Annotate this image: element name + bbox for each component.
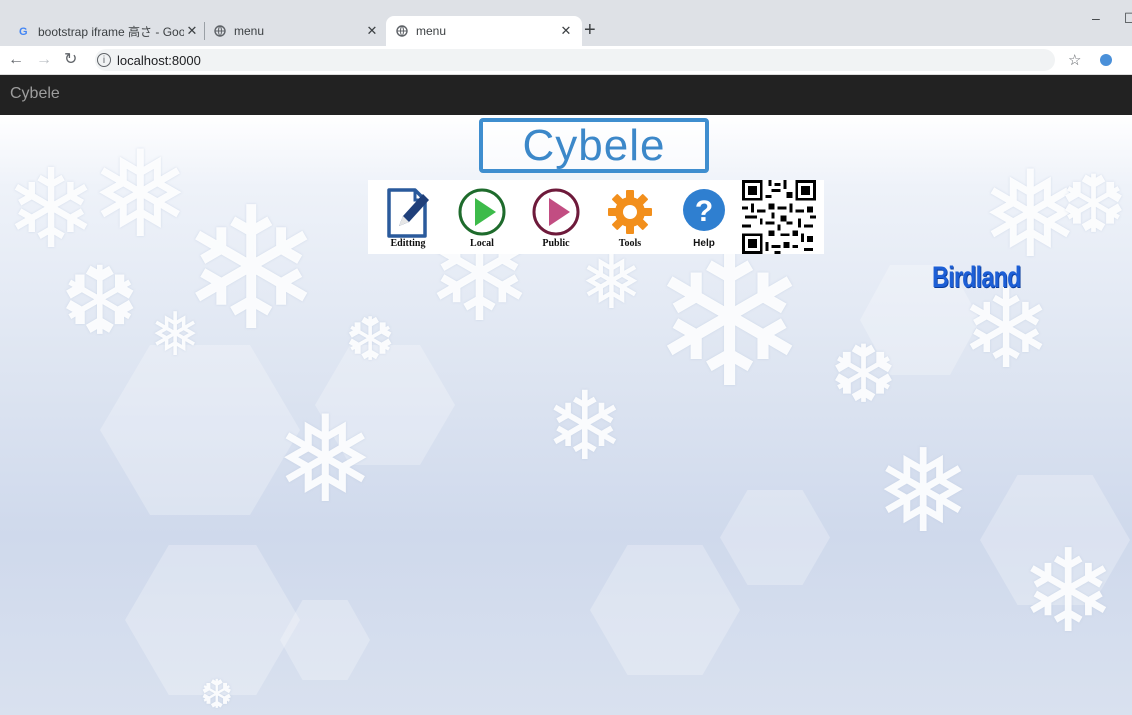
tab-title: menu [416, 24, 447, 38]
info-icon[interactable]: i [97, 53, 111, 67]
back-arrow-icon[interactable]: ← [8, 50, 24, 70]
snowflake-icon: ❄ [1020, 528, 1117, 656]
page-navbar: Cybele [0, 75, 1132, 115]
close-icon[interactable]: ✕ [184, 23, 200, 39]
new-tab-button[interactable]: + [584, 19, 596, 41]
play-green-icon [458, 188, 506, 236]
bookmark-star-icon[interactable]: ☆ [1068, 51, 1081, 69]
snowflake-icon: ❆ [345, 306, 396, 373]
navbar-brand[interactable]: Cybele [10, 85, 60, 103]
background-hexagon [100, 345, 300, 515]
close-icon[interactable]: ✕ [364, 23, 380, 39]
snowflake-icon: ❅ [580, 240, 643, 324]
minimize-icon[interactable]: – [1092, 10, 1100, 26]
birdland-link[interactable]: Birdland [932, 261, 1021, 295]
extension-icon[interactable] [1100, 54, 1112, 66]
menu-label: Tools [618, 238, 642, 249]
url-field[interactable]: i localhost:8000 [95, 49, 1055, 71]
gear-icon [608, 190, 652, 234]
maximize-icon[interactable]: ☐ [1124, 10, 1132, 27]
tab-bootstrap-search[interactable]: G bootstrap iframe 高さ - Google 検 ✕ [8, 16, 208, 46]
snowflake-icon: ❆ [1060, 160, 1128, 249]
menu-label: Help [693, 238, 715, 249]
qr-code[interactable] [742, 180, 816, 254]
svg-text:G: G [19, 26, 28, 37]
snowflake-icon: ❅ [90, 128, 191, 262]
globe-icon [396, 25, 408, 37]
menu-item-public[interactable]: Public [522, 180, 590, 254]
menu-label: Local [470, 238, 494, 249]
background-hexagon [720, 490, 830, 585]
logo-text: Cybele [522, 120, 666, 170]
background-hexagon [590, 545, 740, 675]
snowflake-icon: ❅ [150, 301, 201, 368]
menu-item-tools[interactable]: Tools [596, 180, 664, 254]
menu-item-help[interactable]: ? Help [670, 180, 738, 254]
play-pink-icon [532, 188, 580, 236]
snowflake-icon: ❅ [275, 393, 376, 527]
snowflake-icon: ❄ [545, 374, 625, 480]
url-text: localhost:8000 [117, 52, 201, 68]
close-icon[interactable]: ✕ [558, 23, 574, 39]
snowflake-icon: ❅ [875, 428, 972, 556]
tab-menu-active[interactable]: menu ✕ [386, 16, 582, 46]
reload-icon[interactable]: ↻ [64, 50, 77, 70]
page-content: ❄ ❅ ❄ ❆ ❅ ❆ ❄ ❅ ❄ ❆ ❄ ❅ ❆ ❅ ❄ ❅ ❄ ❆ Cybe… [0, 115, 1132, 715]
cybele-logo[interactable]: Cybele [479, 118, 709, 173]
snowflake-icon: ❆ [830, 330, 898, 419]
address-bar-row: ← → ↻ i localhost:8000 ☆ [0, 46, 1132, 75]
tab-menu[interactable]: menu ✕ [204, 16, 388, 46]
google-icon: G [19, 26, 28, 37]
svg-text:?: ? [695, 195, 713, 228]
forward-arrow-icon[interactable]: → [36, 50, 52, 70]
snowflake-icon: ❄ [180, 175, 323, 365]
help-icon: ? [683, 189, 725, 231]
snowflake-icon: ❆ [60, 249, 140, 355]
snowflake-icon: ❆ [200, 673, 234, 715]
menu-item-editting[interactable]: Editting [374, 180, 442, 254]
globe-icon [214, 25, 226, 37]
menu-label: Public [542, 238, 570, 249]
menu-item-local[interactable]: Local [448, 180, 516, 254]
menu-label: Editting [390, 238, 426, 249]
edit-document-icon [387, 188, 429, 238]
browser-titlebar: G bootstrap iframe 高さ - Google 検 ✕ menu … [0, 0, 1132, 46]
tab-title: menu [234, 24, 265, 38]
menu-panel: Editting Local Public Tools ? Help [368, 180, 824, 254]
tab-title: bootstrap iframe 高さ - Google 検 [38, 24, 184, 39]
